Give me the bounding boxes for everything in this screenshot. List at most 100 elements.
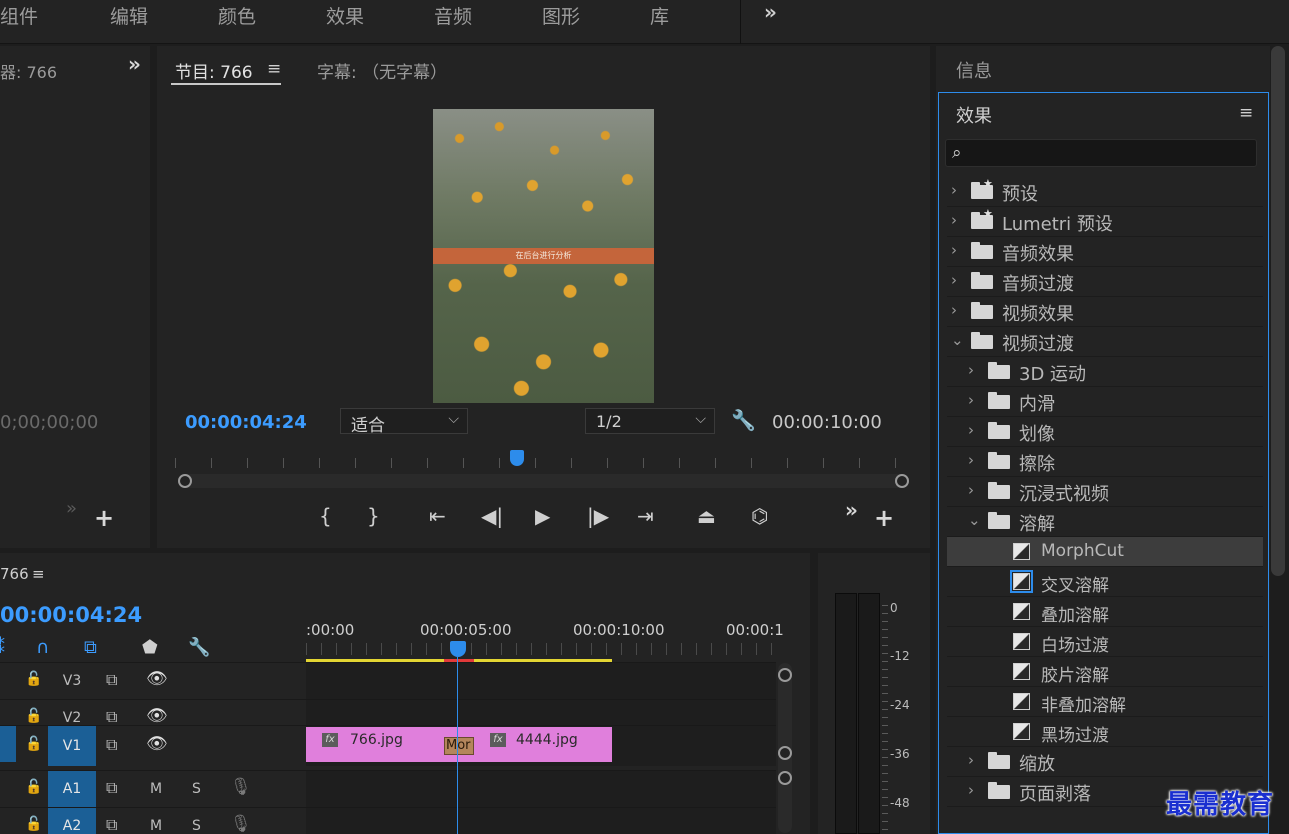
more-controls-icon[interactable]: »: [845, 498, 858, 522]
timeline-playhead[interactable]: [450, 641, 466, 657]
eye-icon[interactable]: 👁: [146, 706, 168, 726]
workspace-tab-editing[interactable]: 编辑: [110, 2, 148, 29]
sequence-tab[interactable]: 766: [0, 565, 29, 583]
panel-menu-icon[interactable]: ≡: [32, 565, 45, 583]
track-area[interactable]: [306, 808, 776, 834]
zoom-scrollbar-left-handle[interactable]: [178, 474, 192, 488]
nest-toggle-icon[interactable]: ⁑: [0, 637, 5, 658]
track-name[interactable]: A1: [48, 771, 96, 807]
effect-item[interactable]: MorphCut: [947, 537, 1263, 567]
effect-folder[interactable]: › ★ Lumetri 预设: [947, 207, 1263, 237]
sync-lock-icon[interactable]: ⧉: [106, 735, 117, 755]
effect-folder[interactable]: ⌄ 溶解: [947, 507, 1263, 537]
track-area[interactable]: [306, 663, 776, 699]
monitor-playhead[interactable]: [510, 450, 524, 466]
track-area[interactable]: [306, 771, 776, 807]
extract-button[interactable]: ⌬: [751, 504, 768, 528]
sync-lock-icon[interactable]: ⧉: [106, 778, 117, 798]
go-to-out-button[interactable]: ⇥: [637, 504, 654, 528]
scroll-handle[interactable]: [778, 746, 792, 760]
add-marker-icon[interactable]: ⬟: [142, 637, 158, 658]
chevron-right-icon[interactable]: ›: [968, 451, 974, 469]
play-button[interactable]: ▶: [535, 504, 550, 528]
effect-folder[interactable]: › 擦除: [947, 447, 1263, 477]
zoom-fit-select[interactable]: 适合 ⌵: [340, 408, 468, 436]
solo-button[interactable]: S: [192, 781, 201, 797]
panel-menu-icon[interactable]: ≡: [1239, 103, 1253, 123]
more-controls-icon[interactable]: »: [66, 498, 77, 519]
zoom-scrollbar[interactable]: [179, 474, 905, 488]
chevron-right-icon[interactable]: ›: [951, 181, 957, 199]
program-monitor-tab[interactable]: 节目: 766: [175, 58, 253, 83]
effect-folder[interactable]: › 划像: [947, 417, 1263, 447]
eye-icon[interactable]: 👁: [146, 669, 168, 689]
effect-folder[interactable]: › 视频效果: [947, 297, 1263, 327]
chevron-right-icon[interactable]: ›: [951, 301, 957, 319]
go-to-in-button[interactable]: ⇤: [429, 504, 446, 528]
effect-folder[interactable]: › 缩放: [947, 747, 1263, 777]
timeline-timecode[interactable]: 00:00:04:24: [0, 603, 142, 627]
effects-title[interactable]: 效果: [956, 102, 992, 128]
captions-tab[interactable]: 字幕: （无字幕）: [317, 58, 447, 83]
workspace-tab-graphics[interactable]: 图形: [542, 2, 580, 29]
workspace-tab-audio[interactable]: 音频: [434, 2, 472, 29]
lock-icon[interactable]: 🔓: [25, 736, 42, 752]
chevron-right-icon[interactable]: ›: [951, 241, 957, 259]
chevron-right-icon[interactable]: ›: [968, 481, 974, 499]
track-name[interactable]: V3: [48, 663, 96, 699]
effect-item[interactable]: 交叉溶解: [947, 567, 1263, 597]
chevron-right-icon[interactable]: ›: [968, 751, 974, 769]
workspace-tab-effects[interactable]: 效果: [326, 2, 364, 29]
zoom-scrollbar-right-handle[interactable]: [895, 474, 909, 488]
effect-item[interactable]: 胶片溶解: [947, 657, 1263, 687]
sync-lock-icon[interactable]: ⧉: [106, 670, 117, 690]
lock-icon[interactable]: 🔓: [25, 708, 42, 724]
wrench-icon[interactable]: 🔧: [188, 637, 210, 658]
track-area[interactable]: fx 766.jpg fx 4444.jpg Mor: [306, 726, 776, 766]
effect-folder[interactable]: ⌄ 视频过渡: [947, 327, 1263, 357]
chevron-right-icon[interactable]: ›: [951, 211, 957, 229]
effect-folder[interactable]: › 音频效果: [947, 237, 1263, 267]
linked-selection-icon[interactable]: ⧉: [84, 637, 97, 658]
lock-icon[interactable]: 🔓: [25, 816, 42, 832]
effect-folder[interactable]: › 沉浸式视频: [947, 477, 1263, 507]
effect-item[interactable]: 叠加溶解: [947, 597, 1263, 627]
chevron-right-icon[interactable]: ›: [968, 361, 974, 379]
mute-button[interactable]: M: [150, 781, 162, 797]
video-clip[interactable]: fx 766.jpg fx 4444.jpg Mor: [306, 727, 612, 762]
chevron-right-icon[interactable]: ›: [968, 421, 974, 439]
step-back-button[interactable]: ◀|: [481, 504, 503, 528]
chevron-down-icon[interactable]: ⌄: [951, 331, 964, 349]
lock-icon[interactable]: 🔓: [25, 779, 42, 795]
effect-folder[interactable]: › 音频过渡: [947, 267, 1263, 297]
button-editor-icon[interactable]: +: [94, 504, 114, 532]
transition-morphcut[interactable]: Mor: [444, 737, 474, 755]
monitor-time-ruler[interactable]: [175, 454, 905, 470]
playhead-timecode[interactable]: 00:00:04:24: [185, 412, 307, 433]
button-editor-icon[interactable]: +: [874, 504, 894, 532]
microphone-icon[interactable]: 🎙: [230, 777, 252, 797]
solo-button[interactable]: S: [192, 818, 201, 834]
playback-resolution-select[interactable]: 1/2 ⌵: [585, 408, 715, 434]
effect-item[interactable]: 白场过渡: [947, 627, 1263, 657]
wrench-icon[interactable]: 🔧: [731, 408, 756, 432]
search-input[interactable]: [972, 143, 1252, 165]
info-tab[interactable]: 信息: [956, 57, 992, 83]
source-monitor-tab[interactable]: 器: 766: [0, 59, 57, 83]
microphone-icon[interactable]: 🎙: [230, 814, 252, 834]
panel-menu-icon[interactable]: ≡: [267, 59, 281, 79]
sync-lock-icon[interactable]: ⧉: [106, 815, 117, 834]
chevron-right-icon[interactable]: ›: [968, 781, 974, 799]
workspace-overflow-icon[interactable]: »: [764, 0, 777, 24]
workspace-tab-libraries[interactable]: 库: [650, 2, 669, 29]
mark-in-button[interactable]: {: [319, 504, 332, 528]
effect-item[interactable]: 黑场过渡: [947, 717, 1263, 747]
snap-magnet-icon[interactable]: ∩: [36, 637, 49, 658]
scroll-handle[interactable]: [778, 771, 792, 785]
scroll-handle[interactable]: [778, 668, 792, 682]
workspace-tab-color[interactable]: 颜色: [218, 2, 256, 29]
workspace-tab-assembly[interactable]: 组件: [0, 2, 38, 29]
eye-icon[interactable]: 👁: [146, 734, 168, 754]
timeline-ruler[interactable]: [306, 643, 776, 655]
effect-item[interactable]: 非叠加溶解: [947, 687, 1263, 717]
